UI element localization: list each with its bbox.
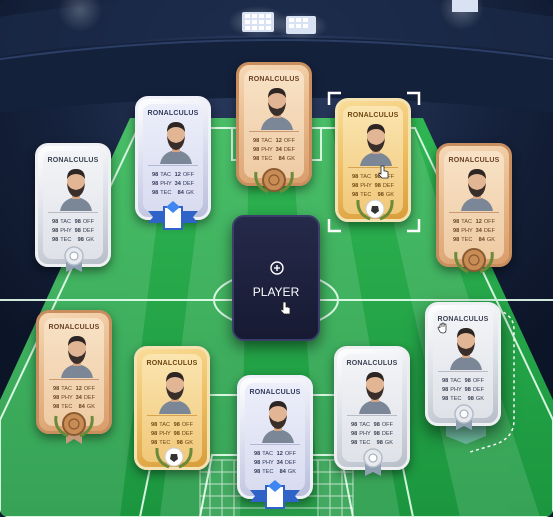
silver-badge-icon: [454, 404, 474, 430]
card-divider: [49, 379, 99, 380]
wood-laurel-icon: [254, 168, 294, 194]
card-divider: [147, 415, 197, 416]
player-portrait-icon: [60, 169, 92, 211]
player-name: RONALCULUS: [346, 360, 398, 367]
card-divider: [438, 371, 488, 372]
player-stats: 98 TAC 12 OFF 98 PHY 34 DEF 98 TEC 84 GK: [53, 386, 95, 410]
player-name: RONALCULUS: [47, 157, 99, 164]
player-stats: 98 TAC 12 OFF 98 PHY 34 DEF 98 TEC 84 GK: [253, 138, 295, 162]
player-portrait-icon: [461, 169, 493, 211]
card-divider: [148, 165, 198, 166]
add-player-slot[interactable]: PLAYER: [232, 215, 320, 341]
player-stats: 98 TAC 12 OFF 98 PHY 34 DEF 98 TEC 84 GK: [152, 172, 194, 196]
player-stats: 98 TAC 98 OFF 98 PHY 98 DEF 98 TEC 98 GK: [52, 219, 94, 243]
grab-hand-icon: [437, 322, 447, 334]
card-divider: [48, 212, 98, 213]
player-name: RONALCULUS: [448, 157, 500, 164]
player-stats: 98 TAC 98 OFF 98 PHY 98 DEF 98 TEC 98 GK: [351, 422, 393, 446]
card-divider: [250, 444, 300, 445]
silver-badge-icon: [363, 448, 383, 476]
wood-laurel-icon: [454, 248, 494, 274]
add-player-label: PLAYER: [252, 285, 300, 299]
player-name: RONALCULUS: [48, 324, 100, 331]
player-portrait-icon: [450, 328, 482, 370]
ball-laurel-icon: [155, 447, 193, 469]
player-stats: 98 TAC 98 OFF 98 PHY 98 DEF 98 TEC 98 GK: [442, 378, 484, 402]
player-portrait-icon: [359, 372, 391, 414]
player-portrait-icon: [160, 122, 192, 164]
blue-ribbon-icon: [250, 480, 300, 509]
pointer-cursor-icon: [378, 165, 389, 179]
player-portrait-icon: [261, 88, 293, 130]
lineup-board: RONALCULUS 98 TAC 98 OFF 98 PHY 98 DEF 98 TEC 98…: [0, 0, 553, 517]
card-divider: [449, 212, 499, 213]
pointer-cursor-icon: [280, 301, 291, 315]
plus-circle-icon: [270, 261, 284, 275]
card-divider: [347, 415, 397, 416]
player-portrait-icon: [61, 336, 93, 378]
stadium-light-icon: [272, 12, 328, 40]
wood-laurel-icon: [54, 412, 94, 444]
silver-badge-icon: [64, 246, 84, 272]
player-portrait-icon: [159, 372, 191, 414]
player-stats: 98 TAC 12 OFF 98 PHY 34 DEF 98 TEC 84 GK: [254, 451, 296, 475]
card-divider: [249, 131, 299, 132]
selection-frame: [327, 91, 421, 233]
player-stats: 98 TAC 12 OFF 98 PHY 34 DEF 98 TEC 84 GK: [453, 219, 495, 243]
player-name: RONALCULUS: [248, 76, 300, 83]
player-name: RONALCULUS: [146, 360, 198, 367]
player-portrait-icon: [262, 401, 294, 443]
player-name: RONALCULUS: [249, 389, 301, 396]
player-name: RONALCULUS: [147, 110, 199, 117]
blue-ribbon-icon: [148, 201, 198, 230]
